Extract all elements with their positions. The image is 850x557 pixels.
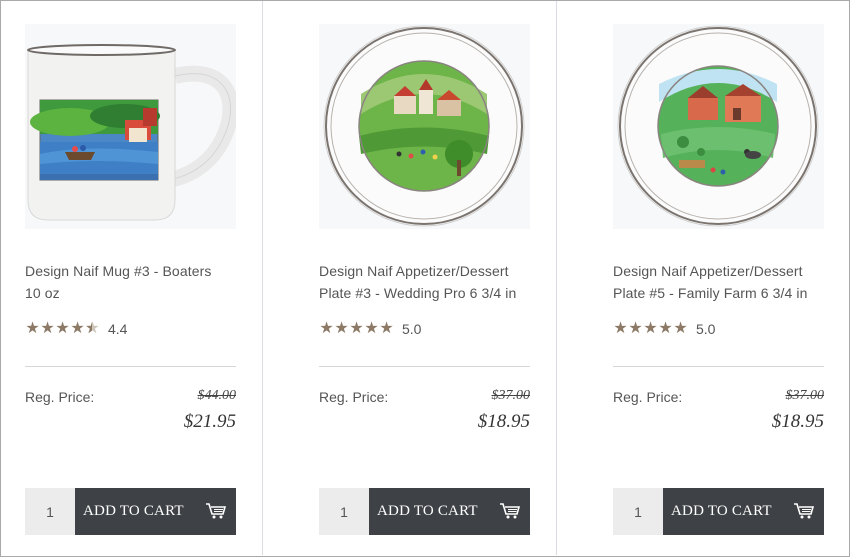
product-card: Design Naif Appetizer/Dessert Plate #3 -… — [319, 0, 530, 557]
divider-line — [319, 366, 530, 367]
rating-stars: ★ ★ ★ ★ ★ — [25, 320, 100, 338]
product-name-link[interactable]: Design Naif Mug #3 - Boaters 10 oz — [25, 260, 225, 304]
sale-price: $18.95 — [477, 411, 530, 432]
divider-line — [25, 366, 236, 367]
product-name-link[interactable]: Design Naif Appetizer/Dessert Plate #5 -… — [613, 260, 823, 304]
star-icon: ★ — [658, 320, 673, 337]
quantity-input[interactable]: 1 — [613, 488, 663, 535]
star-icon: ★ — [628, 320, 643, 337]
sale-price: $21.95 — [183, 411, 236, 432]
column-divider — [556, 1, 557, 555]
star-icon: ★ — [319, 320, 334, 337]
product-image-link[interactable] — [319, 24, 530, 229]
product-name-link[interactable]: Design Naif Appetizer/Dessert Plate #3 -… — [319, 260, 529, 304]
star-icon: ★ — [55, 320, 70, 337]
star-half-icon: ★ — [85, 320, 100, 338]
star-icon: ★ — [379, 320, 394, 337]
rating-value: 5.0 — [402, 321, 422, 337]
product-card: Design Naif Mug #3 - Boaters 10 oz ★ ★ ★… — [25, 0, 236, 557]
reg-price-label: Reg. Price: — [319, 389, 389, 405]
rating-value: 5.0 — [696, 321, 716, 337]
rating-value: 4.4 — [108, 321, 128, 337]
product-image-link[interactable] — [25, 24, 236, 229]
star-icon: ★ — [364, 320, 379, 337]
column-divider — [262, 1, 263, 555]
shopping-cart-icon — [794, 503, 814, 519]
star-icon: ★ — [613, 320, 628, 337]
add-to-cart-label: ADD TO CART — [83, 503, 184, 519]
product-rating: ★ ★ ★ ★ ★ 4.4 — [25, 319, 127, 339]
add-to-cart-button[interactable]: ADD TO CART — [663, 488, 824, 535]
plate-image — [613, 24, 824, 229]
star-icon: ★ — [25, 320, 40, 337]
star-icon: ★ — [40, 320, 55, 337]
reg-price-label: Reg. Price: — [25, 389, 95, 405]
product-rating: ★ ★ ★ ★ ★ 5.0 — [319, 319, 421, 339]
product-card: Design Naif Appetizer/Dessert Plate #5 -… — [613, 0, 824, 557]
sale-price: $18.95 — [771, 411, 824, 432]
product-image-link[interactable] — [613, 24, 824, 229]
reg-price-label: Reg. Price: — [613, 389, 683, 405]
divider-line — [613, 366, 824, 367]
star-icon: ★ — [643, 320, 658, 337]
add-to-cart-label: ADD TO CART — [377, 503, 478, 519]
add-to-cart-button[interactable]: ADD TO CART — [75, 488, 236, 535]
quantity-input[interactable]: 1 — [319, 488, 369, 535]
quantity-input[interactable]: 1 — [25, 488, 75, 535]
plate-image — [319, 24, 530, 229]
add-to-cart-label: ADD TO CART — [671, 503, 772, 519]
star-icon: ★ — [334, 320, 349, 337]
star-icon: ★ — [349, 320, 364, 337]
old-price: $44.00 — [197, 388, 237, 403]
product-rating: ★ ★ ★ ★ ★ 5.0 — [613, 319, 715, 339]
rating-stars: ★ ★ ★ ★ ★ — [613, 320, 688, 338]
old-price: $37.00 — [491, 388, 531, 403]
old-price: $37.00 — [785, 388, 825, 403]
mug-image — [25, 24, 236, 229]
rating-stars: ★ ★ ★ ★ ★ — [319, 320, 394, 338]
star-icon: ★ — [70, 320, 85, 337]
shopping-cart-icon — [500, 503, 520, 519]
add-to-cart-button[interactable]: ADD TO CART — [369, 488, 530, 535]
star-icon: ★ — [673, 320, 688, 337]
shopping-cart-icon — [206, 503, 226, 519]
